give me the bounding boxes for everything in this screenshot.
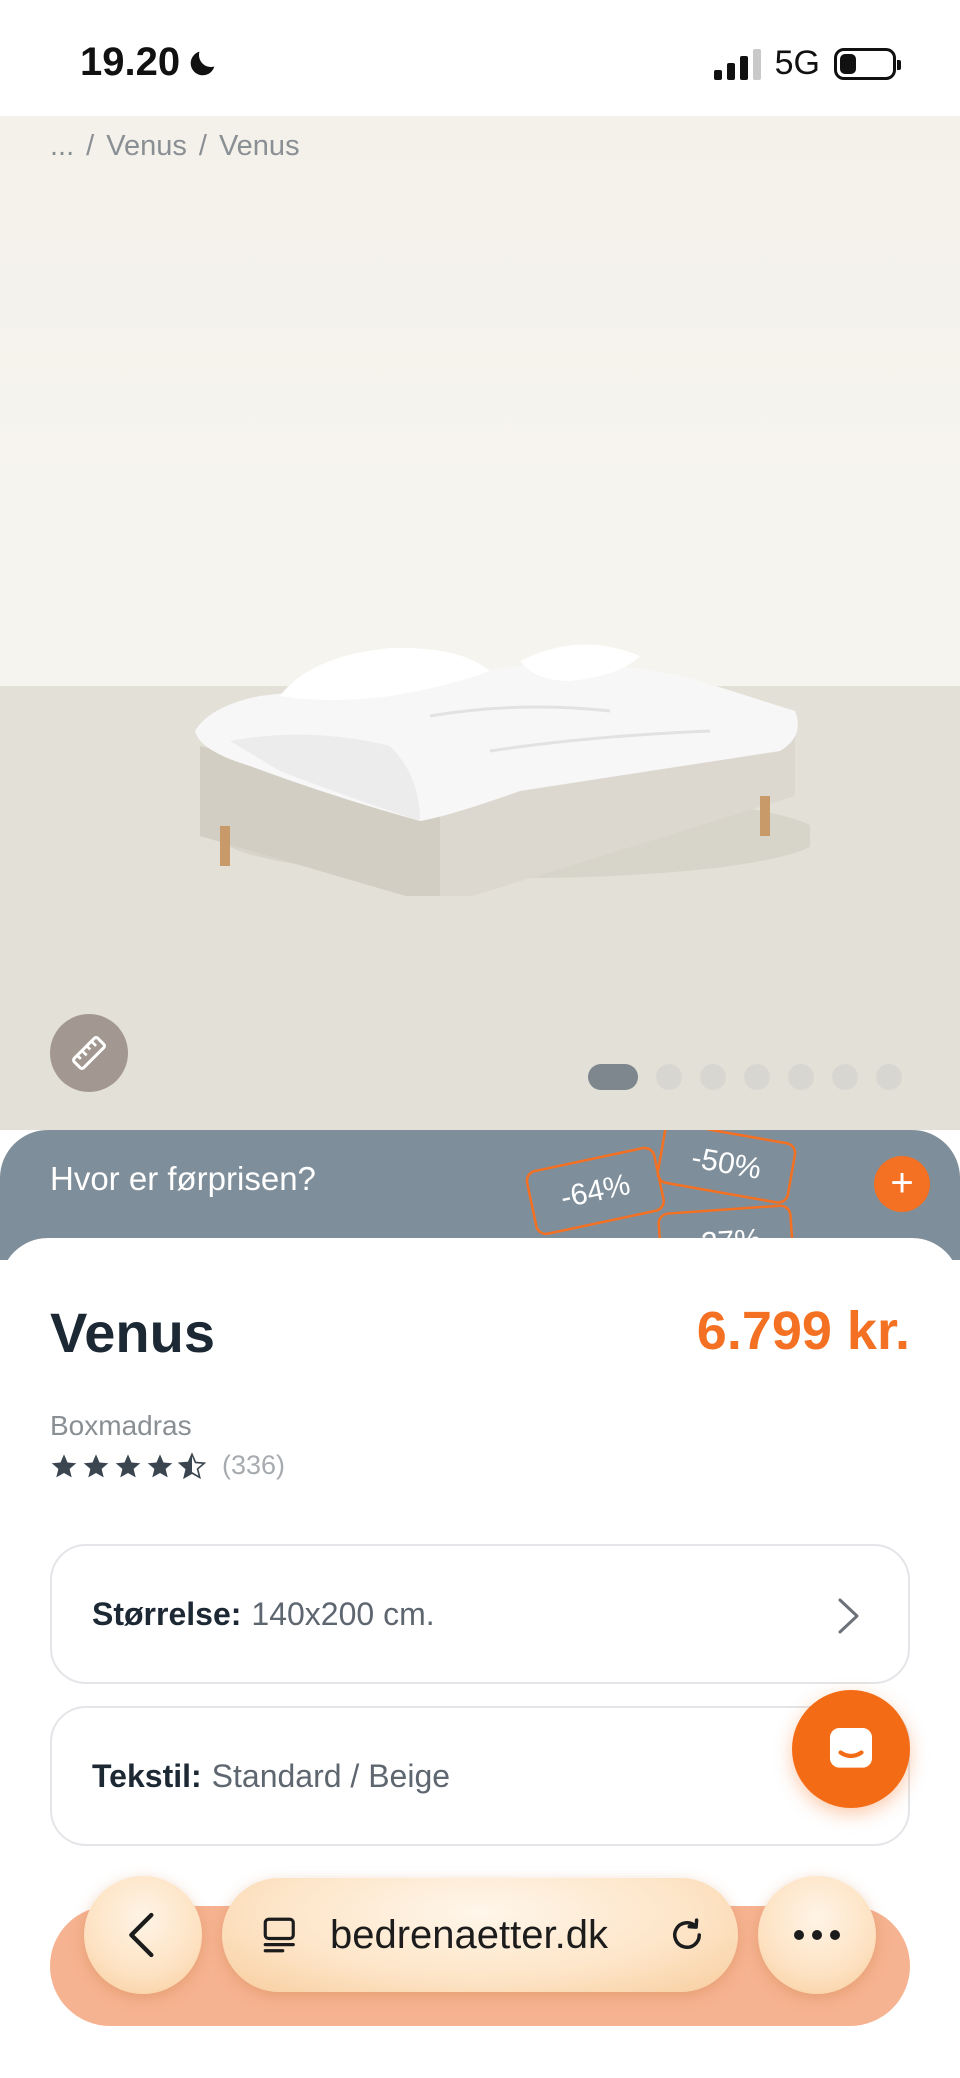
banner-text: Hvor er førprisen?	[50, 1160, 316, 1197]
expand-plus-button[interactable]: +	[874, 1156, 930, 1212]
pagination-dot[interactable]	[788, 1064, 814, 1090]
chevron-left-icon	[129, 1912, 154, 1958]
browser-toolbar: bedrenaetter.dk	[0, 1876, 960, 1996]
breadcrumb: ... / Venus / Venus	[50, 130, 300, 163]
browser-more-button[interactable]	[758, 1876, 876, 1994]
star-full-icon	[51, 1453, 77, 1477]
product-title: Venus	[50, 1301, 215, 1364]
time-text: 19.20	[80, 40, 181, 84]
pagination-dot[interactable]	[876, 1064, 902, 1090]
pagination-dot[interactable]	[744, 1064, 770, 1090]
discount-tag-label: -50%	[689, 1141, 764, 1186]
chevron-right-icon	[838, 1598, 859, 1634]
breadcrumb-link[interactable]: Venus	[106, 130, 187, 163]
status-indicators: 5G	[713, 44, 901, 83]
product-image-gallery[interactable]: ... / Venus / Venus	[0, 116, 960, 1130]
network-label: 5G	[774, 44, 820, 82]
size-value: 140x200 cm.	[251, 1595, 435, 1632]
breadcrumb-ellipsis[interactable]: ...	[50, 130, 74, 163]
measure-button[interactable]	[50, 1014, 128, 1092]
url-text: bedrenaetter.dk	[330, 1912, 608, 1957]
status-bar: 19.20 5G	[0, 0, 960, 116]
browser-back-button[interactable]	[84, 1876, 202, 1994]
breadcrumb-separator: /	[198, 130, 207, 162]
ellipsis-icon	[794, 1930, 840, 1940]
star-half-icon	[178, 1451, 206, 1479]
chat-button[interactable]	[792, 1690, 910, 1808]
star-full-icon	[83, 1453, 109, 1477]
rating-stars[interactable]: (336)	[50, 1450, 285, 1481]
browser-address-bar[interactable]: bedrenaetter.dk	[222, 1878, 738, 1992]
review-count: (336)	[222, 1450, 286, 1480]
product-price: 6.799 kr.	[696, 1301, 910, 1361]
size-selector[interactable]: Størrelse: 140x200 cm.	[50, 1544, 910, 1684]
battery-icon	[834, 47, 901, 80]
breadcrumb-separator: /	[86, 130, 95, 162]
gallery-pagination	[588, 1064, 902, 1090]
breadcrumb-current: Venus	[218, 130, 300, 162]
page-menu-icon	[263, 1917, 295, 1953]
star-full-icon	[115, 1453, 141, 1477]
star-full-icon	[147, 1453, 173, 1477]
pagination-dot[interactable]	[832, 1064, 858, 1090]
bed-product-image	[195, 644, 810, 896]
textile-selector[interactable]: Tekstil: Standard / Beige	[50, 1706, 910, 1846]
moon-icon	[190, 51, 215, 75]
textile-value: Standard / Beige	[211, 1757, 451, 1794]
pagination-dot-active[interactable]	[588, 1064, 638, 1090]
pagination-dot[interactable]	[700, 1064, 726, 1090]
pagination-dot[interactable]	[656, 1064, 682, 1090]
ruler-icon	[72, 1036, 106, 1070]
discount-tag-label: -64%	[558, 1168, 633, 1215]
product-category: Boxmadras	[50, 1410, 192, 1441]
chat-icon	[830, 1728, 872, 1768]
signal-icon	[713, 48, 761, 80]
textile-label: Tekstil:	[92, 1757, 202, 1794]
status-time: 19.20	[80, 40, 220, 85]
size-label: Størrelse:	[92, 1595, 242, 1632]
reload-icon[interactable]	[666, 1914, 708, 1956]
